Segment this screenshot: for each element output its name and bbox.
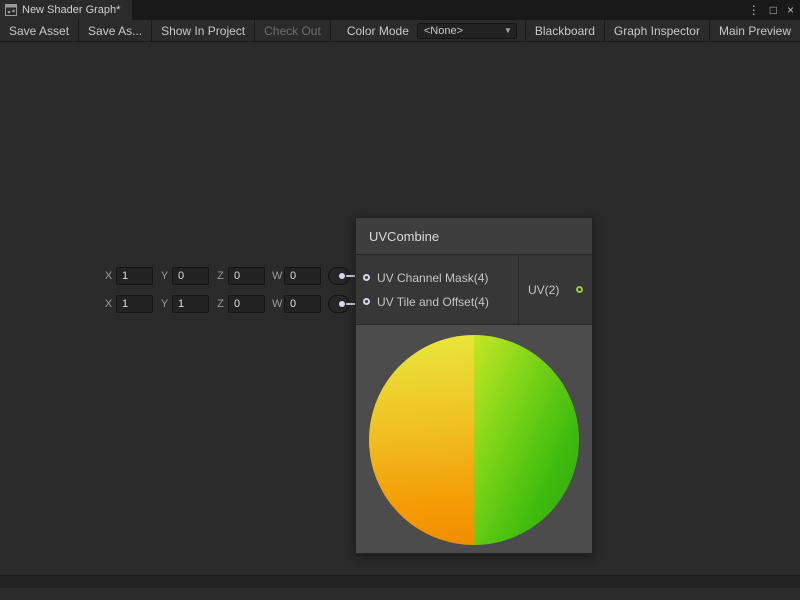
shader-graph-icon [5,4,17,16]
tab-bar: New Shader Graph* ⋮ □ × [0,0,800,20]
sphere-right-gradient [474,335,579,545]
output-port-label: UV(2) [528,283,559,297]
output-port-icon[interactable] [576,286,583,293]
component-z-field[interactable]: 0 [228,295,265,313]
vector4-input-row-2: X 1 Y 1 Z 0 W 0 [104,294,350,314]
color-mode-dropdown[interactable]: <None> ▼ [417,23,517,39]
component-x-field[interactable]: 1 [116,267,153,285]
save-asset-button[interactable]: Save Asset [0,20,79,41]
component-w-label: W [272,298,281,310]
component-x-label: X [104,270,113,282]
show-in-project-button[interactable]: Show In Project [152,20,255,41]
save-as-button[interactable]: Save As... [79,20,152,41]
vector-component: Y 0 [160,267,209,285]
component-y-label: Y [160,270,169,282]
vector-component: Z 0 [216,295,265,313]
node-uvcombine[interactable]: UVCombine UV Channel Mask(4) UV Tile and… [355,217,593,554]
input-port-icon[interactable] [363,298,370,305]
toolbar: Save Asset Save As... Show In Project Ch… [0,20,800,42]
color-mode-selected-value: <None> [424,25,463,37]
vector-component: Y 1 [160,295,209,313]
input-port-uv-channel-mask: UV Channel Mask(4) [356,271,518,285]
component-y-field[interactable]: 1 [172,295,209,313]
component-x-label: X [104,298,113,310]
vector4-input-row-1: X 1 Y 0 Z 0 W 0 [104,266,350,286]
toolbar-right-group: Blackboard Graph Inspector Main Preview [525,20,800,41]
port-dot-icon [339,273,345,279]
node-outputs: UV(2) [518,255,592,324]
window-controls: ⋮ □ × [748,0,794,20]
tab-new-shader-graph[interactable]: New Shader Graph* [0,0,132,20]
vector-component: Z 0 [216,267,265,285]
maximize-icon[interactable]: □ [770,0,777,20]
node-preview [356,325,592,553]
component-z-label: Z [216,270,225,282]
node-port-section: UV Channel Mask(4) UV Tile and Offset(4)… [356,255,592,325]
component-z-label: Z [216,298,225,310]
vector-component: X 1 [104,295,153,313]
component-w-field[interactable]: 0 [284,267,321,285]
component-x-field[interactable]: 1 [116,295,153,313]
color-mode-label: Color Mode [339,24,417,38]
preview-sphere [369,335,579,545]
color-mode-group: Color Mode <None> ▼ [339,20,525,41]
main-preview-button[interactable]: Main Preview [709,20,800,41]
chevron-down-icon: ▼ [504,26,512,35]
shader-graph-window: New Shader Graph* ⋮ □ × Save Asset Save … [0,0,800,600]
node-header[interactable]: UVCombine [356,218,592,255]
input-port-label: UV Tile and Offset(4) [377,295,489,309]
vector-component: W 0 [272,295,321,313]
close-icon[interactable]: × [787,0,794,20]
kebab-menu-icon[interactable]: ⋮ [748,0,760,20]
graph-canvas[interactable]: X 1 Y 0 Z 0 W 0 X 1 [0,42,800,588]
input-port-icon[interactable] [363,274,370,281]
input-port-uv-tile-offset: UV Tile and Offset(4) [356,295,518,309]
component-w-field[interactable]: 0 [284,295,321,313]
component-z-field[interactable]: 0 [228,267,265,285]
node-title: UVCombine [369,229,439,244]
vector-component: X 1 [104,267,153,285]
input-port-label: UV Channel Mask(4) [377,271,488,285]
node-inputs: UV Channel Mask(4) UV Tile and Offset(4) [356,255,518,324]
graph-inspector-button[interactable]: Graph Inspector [604,20,709,41]
component-w-label: W [272,270,281,282]
component-y-label: Y [160,298,169,310]
port-dot-icon [339,301,345,307]
bottom-strip [0,575,800,588]
tab-title: New Shader Graph* [22,4,120,16]
check-out-button: Check Out [255,20,331,41]
sphere-left-gradient [369,335,474,545]
vector-component: W 0 [272,267,321,285]
blackboard-button[interactable]: Blackboard [525,20,604,41]
component-y-field[interactable]: 0 [172,267,209,285]
